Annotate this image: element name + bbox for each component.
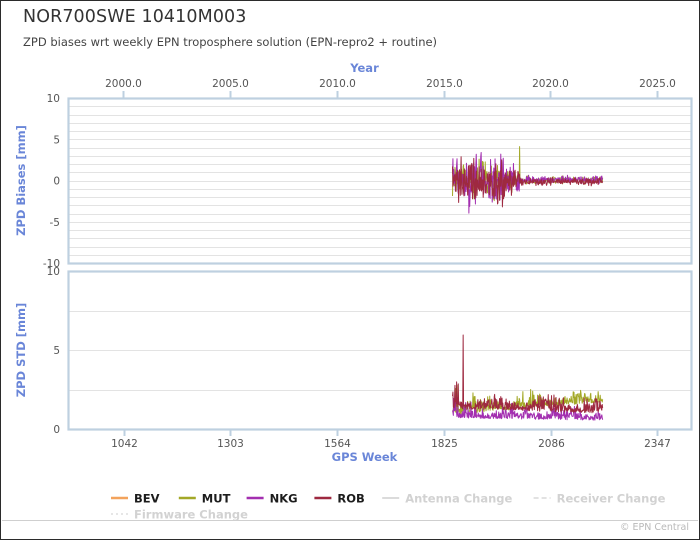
x-axis-title-year: Year bbox=[349, 61, 379, 75]
data-series-layer bbox=[452, 146, 604, 421]
footer-divider bbox=[2, 520, 698, 521]
y-tick-label: 10 bbox=[47, 266, 60, 278]
legend-label: ROB bbox=[337, 492, 364, 506]
year-tick-label: 2000.0 bbox=[105, 78, 142, 90]
legend-item-nkg[interactable]: NKG bbox=[246, 492, 298, 506]
year-tick-label: 2020.0 bbox=[532, 78, 569, 90]
gpsweek-tick-label: 1564 bbox=[324, 438, 351, 450]
y-axis-title-std: ZPD STD [mm] bbox=[14, 303, 28, 397]
year-tick-label: 2005.0 bbox=[212, 78, 249, 90]
gpsweek-tick-label: 2347 bbox=[644, 438, 671, 450]
legend-label: BEV bbox=[134, 492, 160, 506]
year-tick-label: 2010.0 bbox=[319, 78, 356, 90]
y-tick-label: 0 bbox=[53, 176, 60, 188]
zpd-chart: 2000.0 2005.0 2010.0 2015.0 2020.0 2025.0 1042… bbox=[14, 61, 693, 522]
y-tick-label: 5 bbox=[53, 345, 60, 357]
legend-label: Receiver Change bbox=[557, 492, 666, 506]
chart-legend: BEV MUT NKG ROB Antenna Change Receiver Chang… bbox=[111, 492, 666, 522]
copyright-notice: © EPN Central bbox=[620, 522, 689, 533]
legend-item-bev[interactable]: BEV bbox=[111, 492, 160, 506]
y-axis-title-biases: ZPD Biases [mm] bbox=[14, 125, 28, 236]
gpsweek-tick-label: 1825 bbox=[431, 438, 458, 450]
x-axis-title-gpsweek: GPS Week bbox=[332, 450, 398, 464]
y-tick-label: 5 bbox=[53, 134, 60, 146]
legend-item-mut[interactable]: MUT bbox=[178, 492, 231, 506]
legend-item-antenna-change[interactable]: Antenna Change bbox=[382, 492, 513, 506]
gpsweek-tick-label: 1303 bbox=[217, 438, 244, 450]
y-tick-label: 0 bbox=[53, 424, 60, 436]
legend-item-receiver-change[interactable]: Receiver Change bbox=[533, 492, 666, 506]
y-tick-label: -5 bbox=[50, 217, 60, 229]
legend-label: MUT bbox=[202, 492, 231, 506]
gpsweek-tick-label: 2086 bbox=[538, 438, 565, 450]
y-tick-label: 10 bbox=[47, 93, 60, 105]
grid-layer bbox=[68, 106, 691, 391]
legend-item-rob[interactable]: ROB bbox=[314, 492, 365, 506]
year-tick-label: 2015.0 bbox=[426, 78, 463, 90]
chart-page: NOR700SWE 10410M003 ZPD biases wrt weekl… bbox=[0, 0, 700, 540]
year-tick-label: 2025.0 bbox=[639, 78, 676, 90]
gpsweek-tick-label: 1042 bbox=[111, 438, 138, 450]
legend-label: NKG bbox=[270, 492, 298, 506]
legend-label: Antenna Change bbox=[405, 492, 512, 506]
